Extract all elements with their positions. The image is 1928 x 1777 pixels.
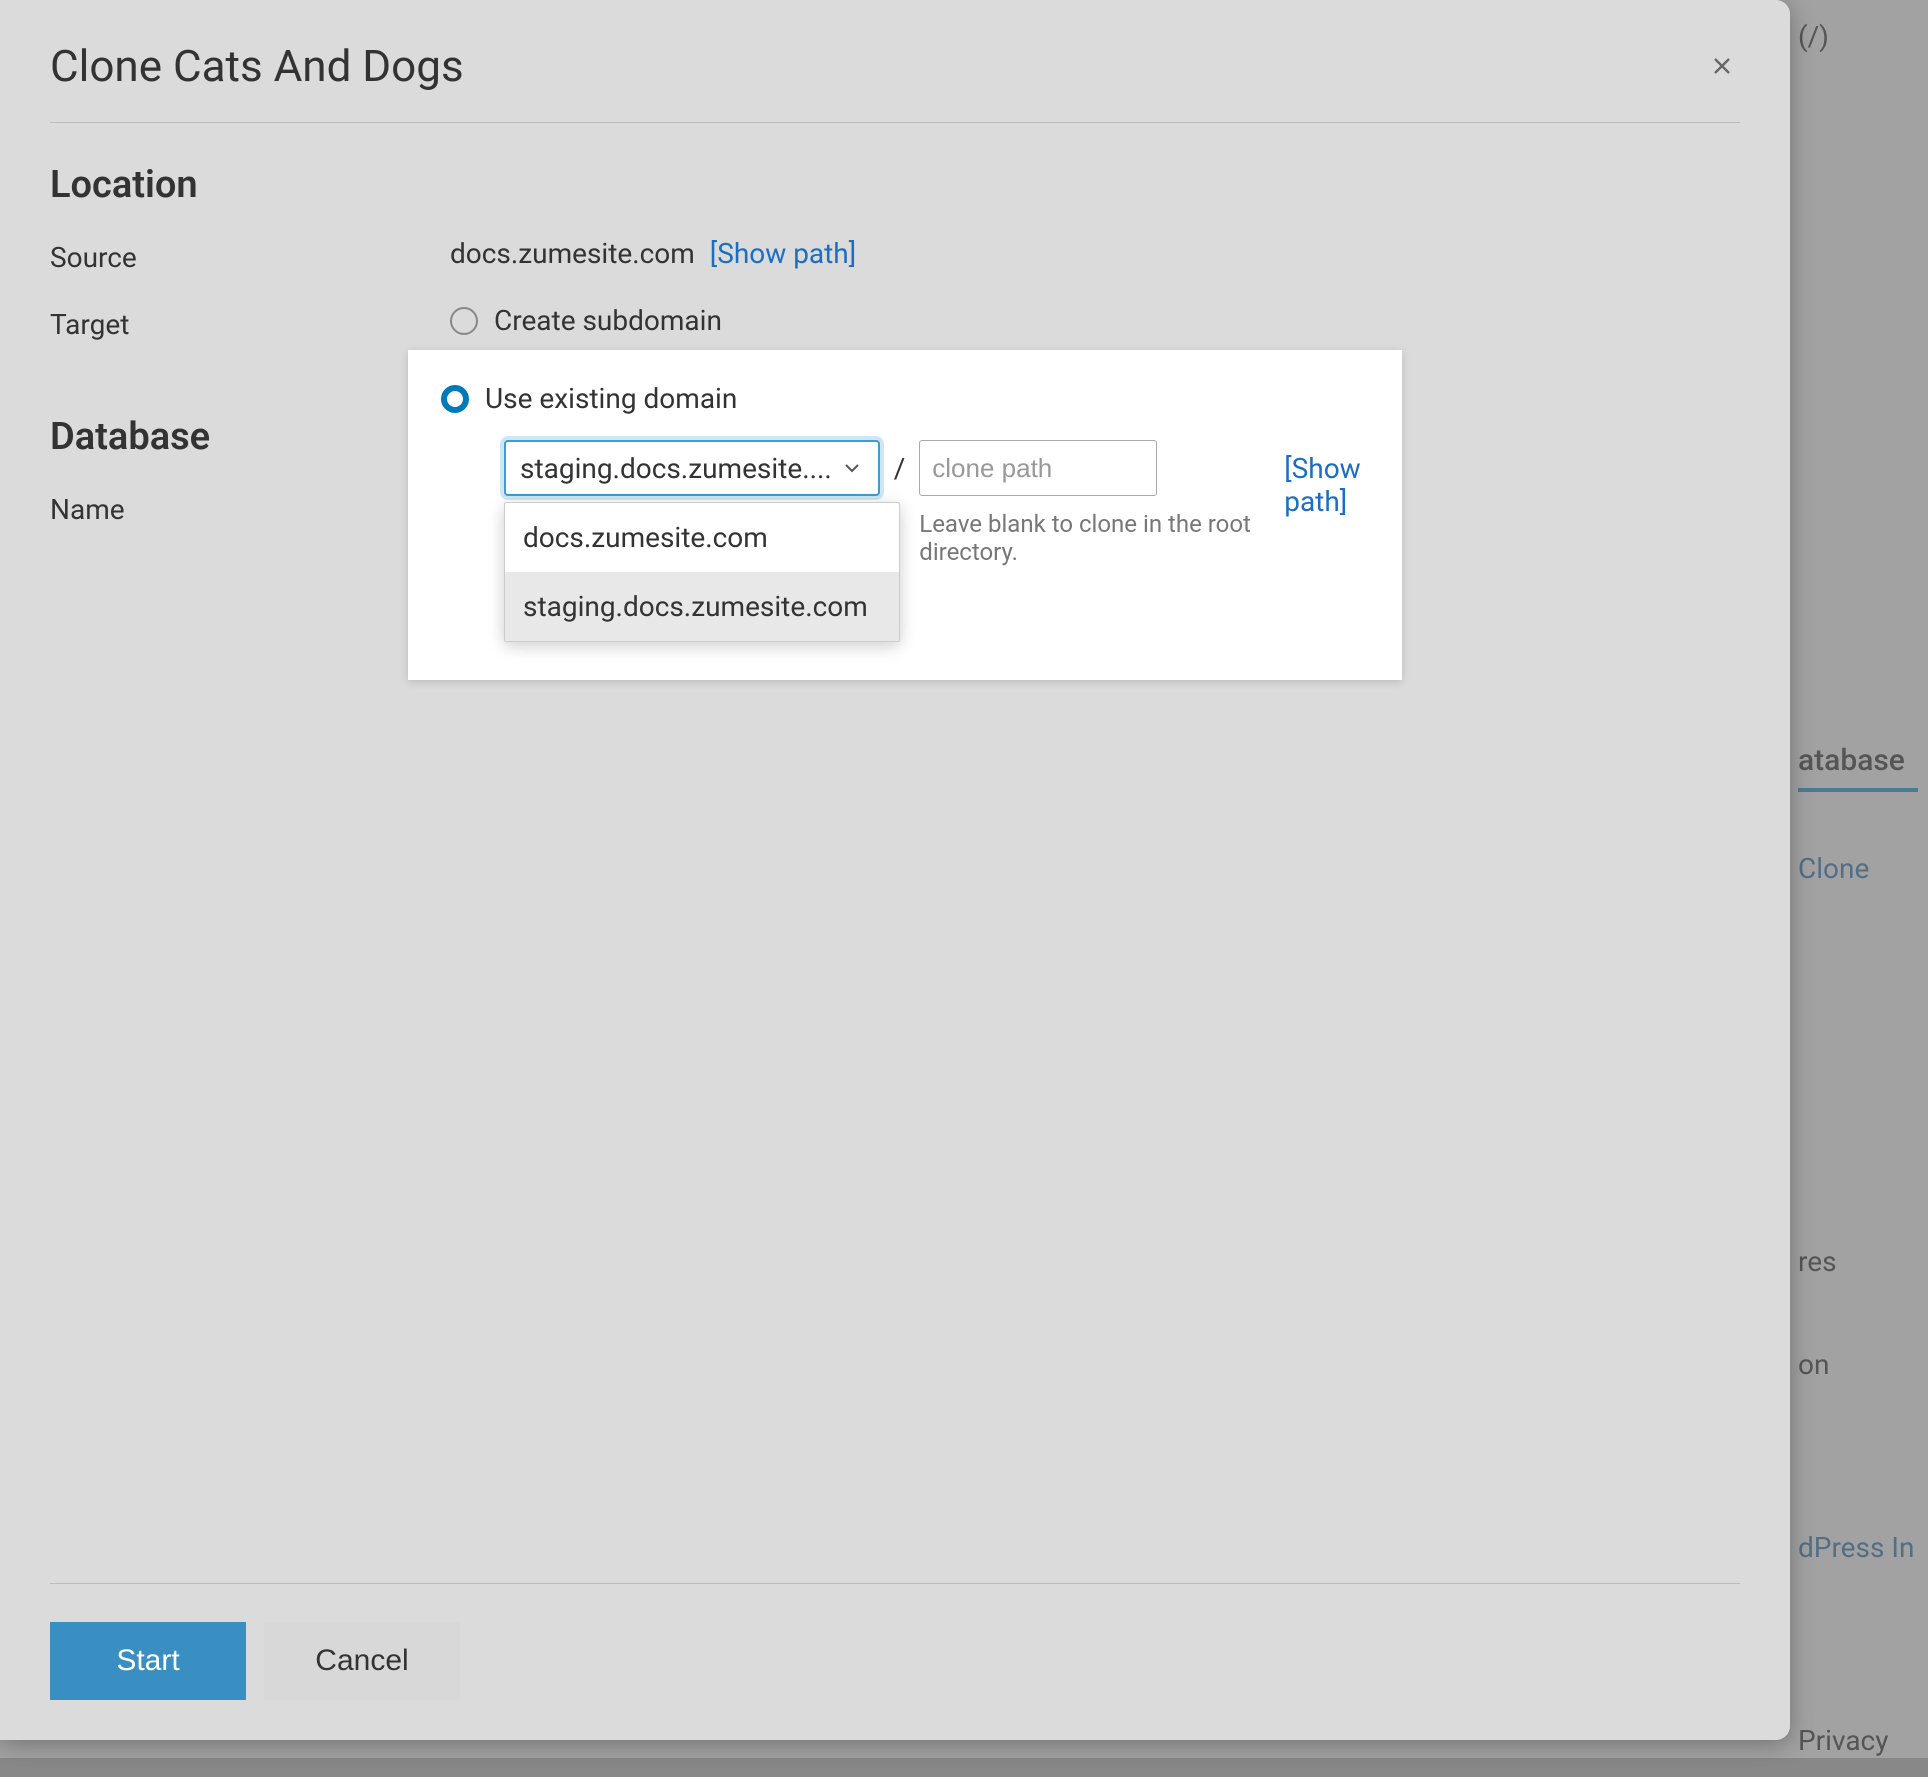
- radio-icon-checked: [441, 385, 469, 413]
- radio-use-existing-domain[interactable]: Use existing domain: [441, 382, 737, 415]
- target-label: Target: [50, 304, 450, 355]
- domain-option-0[interactable]: docs.zumesite.com: [505, 503, 899, 572]
- radio-label-use-existing: Use existing domain: [485, 382, 737, 415]
- domain-select[interactable]: staging.docs.zumesite....: [504, 440, 880, 496]
- radio-icon-unchecked: [450, 307, 478, 335]
- source-show-path-link[interactable]: [Show path]: [710, 237, 856, 270]
- modal-footer: Start Cancel: [50, 1583, 1740, 1700]
- source-label: Source: [50, 237, 450, 274]
- chevron-down-icon: [840, 456, 864, 480]
- target-show-path-link[interactable]: [Show path]: [1284, 440, 1402, 518]
- clone-path-input[interactable]: [919, 440, 1157, 496]
- db-name-label: Name: [50, 489, 450, 545]
- close-icon: [1708, 52, 1736, 80]
- location-heading: Location: [50, 163, 1740, 207]
- radio-create-subdomain[interactable]: Create subdomain: [450, 304, 1740, 337]
- domain-dropdown-list: docs.zumesite.com staging.docs.zumesite.…: [504, 502, 900, 642]
- domain-option-1[interactable]: staging.docs.zumesite.com: [505, 572, 899, 641]
- modal-title: Clone Cats And Dogs: [50, 40, 464, 92]
- target-row: Target Create subdomain: [50, 304, 1740, 355]
- path-separator: /: [894, 440, 906, 485]
- source-row: Source docs.zumesite.com [Show path]: [50, 237, 1740, 274]
- start-button[interactable]: Start: [50, 1622, 246, 1700]
- domain-select-value: staging.docs.zumesite....: [520, 452, 832, 485]
- modal-body: Location Source docs.zumesite.com [Show …: [50, 123, 1740, 1583]
- modal-header: Clone Cats And Dogs: [50, 40, 1740, 123]
- clone-path-hint: Leave blank to clone in the root directo…: [919, 510, 1270, 566]
- radio-label-create-subdomain: Create subdomain: [494, 304, 722, 337]
- clone-modal: Clone Cats And Dogs Location Source docs…: [0, 0, 1790, 1740]
- cancel-button[interactable]: Cancel: [264, 1622, 460, 1700]
- close-button[interactable]: [1704, 48, 1740, 84]
- source-domain: docs.zumesite.com: [450, 237, 695, 270]
